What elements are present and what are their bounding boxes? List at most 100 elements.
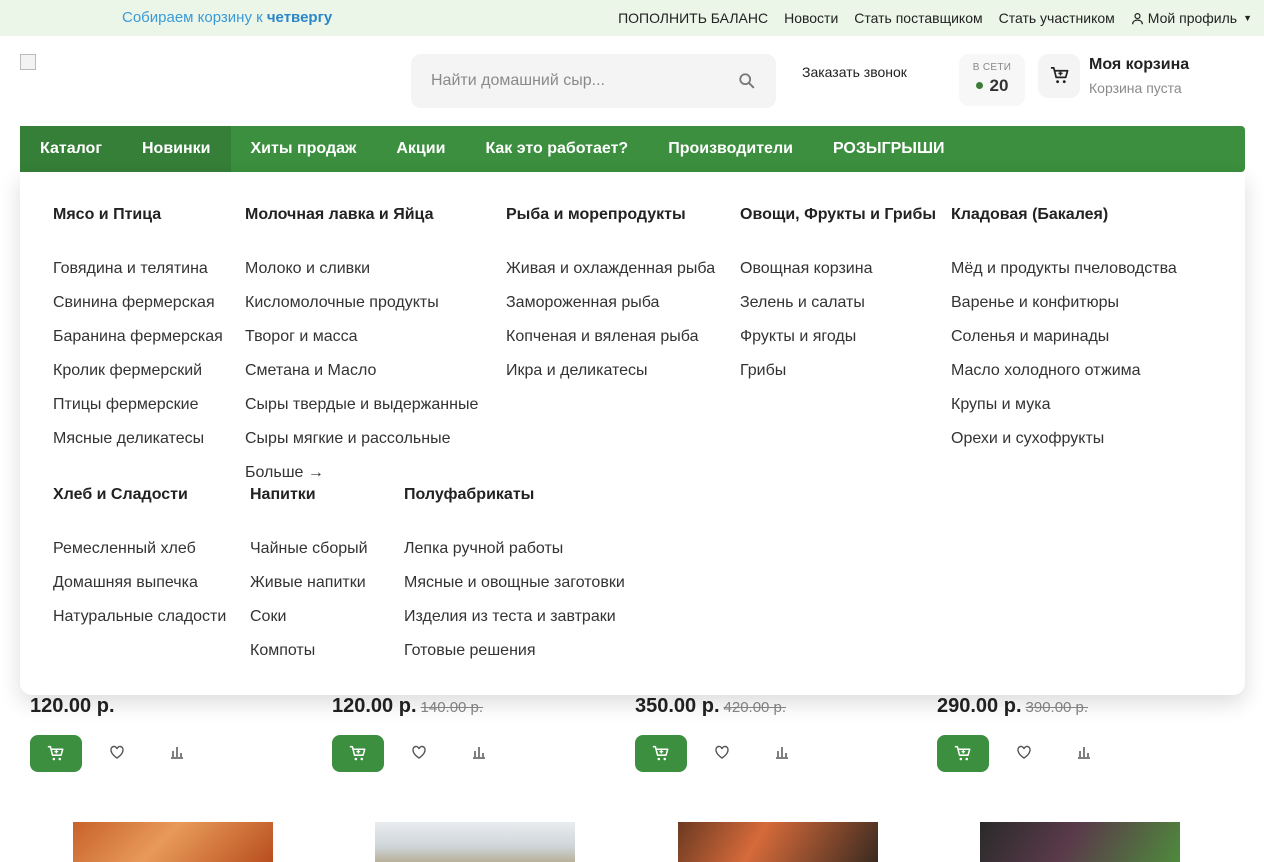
menu-item[interactable]: Компоты xyxy=(250,634,368,668)
product-image[interactable] xyxy=(678,822,878,862)
menu-item[interactable]: Грибы xyxy=(740,354,936,388)
nav-catalog[interactable]: Каталог xyxy=(20,126,122,172)
nav-giveaways[interactable]: РОЗЫГРЫШИ xyxy=(813,126,965,172)
menu-item[interactable]: Кисломолочные продукты xyxy=(245,286,478,320)
menu-item[interactable]: Зелень и салаты xyxy=(740,286,936,320)
menu-item[interactable]: Птицы фермерские xyxy=(53,388,223,422)
menu-col-title[interactable]: Рыба и морепродукты xyxy=(506,206,715,230)
menu-item[interactable]: Копченая и вяленая рыба xyxy=(506,320,715,354)
promo-text: Собираем корзину к четвергу xyxy=(122,9,332,26)
menu-item[interactable]: Мясные и овощные заготовки xyxy=(404,566,625,600)
add-to-cart-button[interactable] xyxy=(635,735,687,772)
cart-icon xyxy=(47,745,64,761)
compare-icon[interactable] xyxy=(169,744,185,760)
menu-col-fish: Рыба и морепродукты Живая и охлажденная … xyxy=(506,206,715,388)
menu-item[interactable]: Баранина фермерская xyxy=(53,320,223,354)
old-price: 420.00 р. xyxy=(723,699,787,716)
menu-item[interactable]: Сметана и Масло xyxy=(245,354,478,388)
menu-item[interactable]: Живые напитки xyxy=(250,566,368,600)
menu-col-drinks: Напитки Чайные сборый Живые напитки Соки… xyxy=(250,486,368,668)
menu-item[interactable]: Изделия из теста и завтраки xyxy=(404,600,625,634)
menu-col-title[interactable]: Молочная лавка и Яйца xyxy=(245,206,478,230)
menu-col-title[interactable]: Полуфабрикаты xyxy=(404,486,625,510)
menu-col-title[interactable]: Овощи, Фрукты и Грибы xyxy=(740,206,936,230)
product-image[interactable] xyxy=(73,822,273,862)
online-counter: В СЕТИ 20 xyxy=(959,54,1025,106)
product-card: 290.00 р. 390.00 р. xyxy=(937,695,1090,772)
compare-icon[interactable] xyxy=(471,744,487,760)
cart-status: Корзина пуста xyxy=(1089,80,1182,96)
menu-more-link[interactable]: Больше → xyxy=(245,456,478,490)
heart-icon[interactable] xyxy=(714,744,730,760)
menu-item[interactable]: Чайные сборый xyxy=(250,532,368,566)
menu-item[interactable]: Варенье и конфитюры xyxy=(951,286,1177,320)
product-price: 350.00 р. 420.00 р. xyxy=(635,695,786,718)
menu-item[interactable]: Сыры мягкие и рассольные xyxy=(245,422,478,456)
menu-col-dairy: Молочная лавка и Яйца Молоко и сливки Ки… xyxy=(245,206,478,490)
nav-how-it-works[interactable]: Как это работает? xyxy=(465,126,648,172)
menu-item[interactable]: Фрукты и ягоды xyxy=(740,320,936,354)
menu-item[interactable]: Ремесленный хлеб xyxy=(53,532,226,566)
product-image[interactable] xyxy=(375,822,575,862)
profile-menu[interactable]: Мой профиль ▼ xyxy=(1131,10,1252,26)
online-label: В СЕТИ xyxy=(972,62,1012,73)
menu-item[interactable]: Готовые решения xyxy=(404,634,625,668)
menu-item[interactable]: Соленья и маринады xyxy=(951,320,1177,354)
menu-item[interactable]: Говядина и телятина xyxy=(53,252,223,286)
top-link-news[interactable]: Новости xyxy=(784,10,838,26)
nav-bestsellers[interactable]: Хиты продаж xyxy=(231,126,377,172)
menu-col-title[interactable]: Хлеб и Сладости xyxy=(53,486,226,510)
add-to-cart-button[interactable] xyxy=(937,735,989,772)
cart-icon xyxy=(954,745,971,761)
product-image[interactable] xyxy=(980,822,1180,862)
search-input[interactable] xyxy=(431,54,731,108)
menu-item[interactable]: Кролик фермерский xyxy=(53,354,223,388)
cart-title[interactable]: Моя корзина xyxy=(1089,56,1189,74)
menu-col-semi-finished: Полуфабрикаты Лепка ручной работы Мясные… xyxy=(404,486,625,668)
menu-item[interactable]: Орехи и сухофрукты xyxy=(951,422,1177,456)
menu-item[interactable]: Домашняя выпечка xyxy=(53,566,226,600)
menu-col-title[interactable]: Мясо и Птица xyxy=(53,206,223,230)
menu-item[interactable]: Мясные деликатесы xyxy=(53,422,223,456)
menu-item[interactable]: Икра и деликатесы xyxy=(506,354,715,388)
menu-col-meat: Мясо и Птица Говядина и телятина Свинина… xyxy=(53,206,223,456)
nav-producers[interactable]: Производители xyxy=(648,126,813,172)
product-price: 120.00 р. xyxy=(30,695,115,718)
menu-item[interactable]: Мёд и продукты пчеловодства xyxy=(951,252,1177,286)
menu-col-title[interactable]: Напитки xyxy=(250,486,368,510)
menu-item[interactable]: Соки xyxy=(250,600,368,634)
menu-col-title[interactable]: Кладовая (Бакалея) xyxy=(951,206,1177,230)
top-link-member[interactable]: Стать участником xyxy=(999,10,1115,26)
add-to-cart-button[interactable] xyxy=(30,735,82,772)
top-link-balance[interactable]: ПОПОЛНИТЬ БАЛАНС xyxy=(618,10,768,26)
menu-item[interactable]: Сыры твердые и выдержанные xyxy=(245,388,478,422)
menu-item[interactable]: Крупы и мука xyxy=(951,388,1177,422)
menu-item[interactable]: Замороженная рыба xyxy=(506,286,715,320)
menu-item[interactable]: Масло холодного отжима xyxy=(951,354,1177,388)
callback-link[interactable]: Заказать звонок xyxy=(802,64,907,80)
compare-icon[interactable] xyxy=(774,744,790,760)
promo-prefix: Собираем корзину к xyxy=(122,9,263,26)
compare-icon[interactable] xyxy=(1076,744,1092,760)
menu-item[interactable]: Молоко и сливки xyxy=(245,252,478,286)
product-card: 120.00 р. 140.00 р. xyxy=(332,695,485,772)
nav-promotions[interactable]: Акции xyxy=(376,126,465,172)
heart-icon[interactable] xyxy=(411,744,427,760)
search-icon[interactable] xyxy=(738,72,756,90)
menu-item[interactable]: Свинина фермерская xyxy=(53,286,223,320)
top-link-supplier[interactable]: Стать поставщиком xyxy=(854,10,982,26)
cart-button[interactable] xyxy=(1038,54,1080,98)
heart-icon[interactable] xyxy=(109,744,125,760)
menu-item[interactable]: Живая и охлажденная рыба xyxy=(506,252,715,286)
heart-icon[interactable] xyxy=(1016,744,1032,760)
menu-item[interactable]: Овощная корзина xyxy=(740,252,936,286)
menu-item[interactable]: Натуральные сладости xyxy=(53,600,226,634)
menu-item[interactable]: Творог и масса xyxy=(245,320,478,354)
nav-new[interactable]: Новинки xyxy=(121,126,231,172)
menu-item[interactable]: Лепка ручной работы xyxy=(404,532,625,566)
add-to-cart-button[interactable] xyxy=(332,735,384,772)
menu-col-vegetables: Овощи, Фрукты и Грибы Овощная корзина Зе… xyxy=(740,206,936,388)
logo[interactable] xyxy=(20,54,36,70)
product-price: 120.00 р. 140.00 р. xyxy=(332,695,483,718)
catalog-mega-menu: Мясо и Птица Говядина и телятина Свинина… xyxy=(20,172,1245,695)
